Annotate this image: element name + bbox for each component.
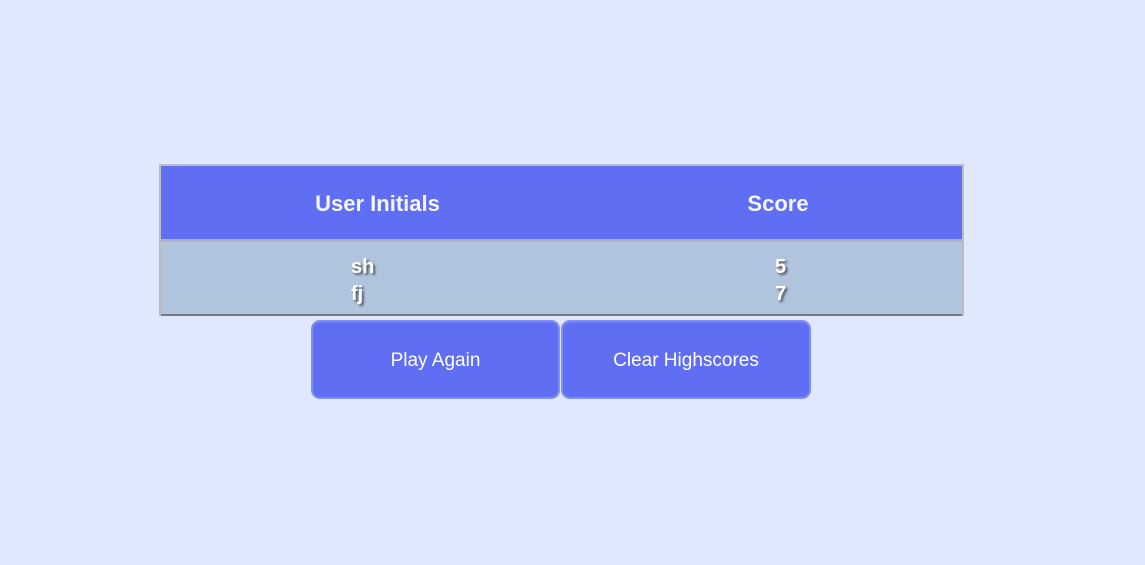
highscores-table: User Initials Score sh 5 fj 7: [159, 164, 964, 316]
score-cell: 7: [775, 283, 787, 305]
clear-highscores-button[interactable]: Clear Highscores: [561, 320, 811, 399]
table-row: fj 7: [161, 281, 962, 308]
score-cell: 5: [775, 256, 787, 278]
score-header: Score: [747, 191, 809, 216]
table-body: sh 5 fj 7: [161, 244, 962, 316]
user-initials-header: User Initials: [315, 191, 440, 216]
table-header: User Initials Score: [161, 166, 962, 242]
table-row: sh 5: [161, 254, 962, 281]
user-initials-cell: fj: [351, 283, 364, 305]
play-again-button[interactable]: Play Again: [311, 320, 560, 399]
user-initials-cell: sh: [351, 256, 375, 278]
